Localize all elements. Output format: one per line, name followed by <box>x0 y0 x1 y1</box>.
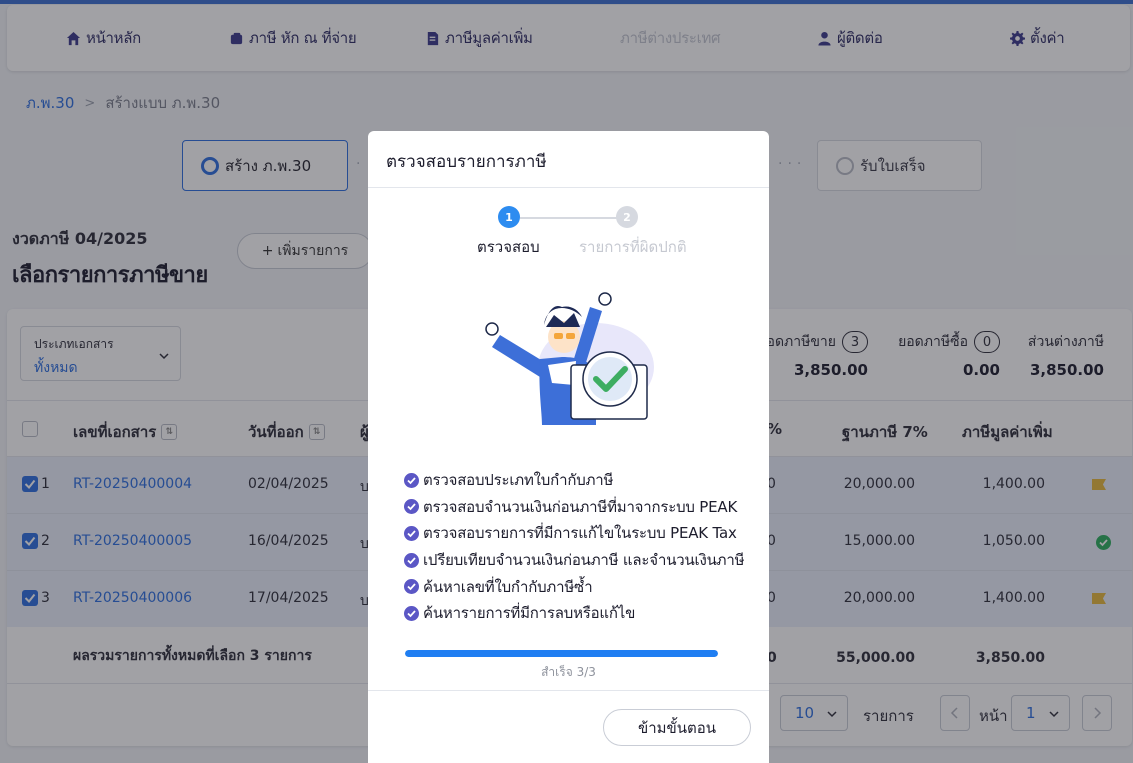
modal-step-2-dot: 2 <box>616 206 638 228</box>
celebrating-person-illustration <box>485 292 654 425</box>
modal-step-2-label: รายการที่ผิดปกติ <box>579 238 687 256</box>
check-circle-icon <box>404 499 419 515</box>
check-circle-icon <box>404 472 419 488</box>
check-circle-icon <box>404 525 419 541</box>
check-item: ค้นหาเลขที่ใบกำกับภาษีซ้ำ <box>404 573 744 600</box>
check-item: ตรวจสอบประเภทใบกำกับภาษี <box>404 467 744 494</box>
modal-step-1-label: ตรวจสอบ <box>477 238 540 256</box>
check-item-label: ตรวจสอบประเภทใบกำกับภาษี <box>423 471 614 490</box>
check-item: ค้นหารายการที่มีการลบหรือแก้ไข <box>404 600 744 627</box>
check-item-label: ค้นหาเลขที่ใบกำกับภาษีซ้ำ <box>423 577 593 596</box>
check-item-label: เปรียบเทียบจำนวนเงินก่อนภาษี และจำนวนเงิ… <box>423 551 745 570</box>
progress-bar <box>405 650 718 657</box>
modal-footer: ข้ามขั้นตอน <box>368 690 769 763</box>
modal-step-line <box>520 217 620 219</box>
modal-title: ตรวจสอบรายการภาษี <box>368 131 769 188</box>
skip-step-button[interactable]: ข้ามขั้นตอน <box>603 709 751 746</box>
check-item-label: ตรวจสอบรายการที่มีการแก้ไขในระบบ PEAK Ta… <box>423 524 737 543</box>
check-item: เปรียบเทียบจำนวนเงินก่อนภาษี และจำนวนเงิ… <box>404 547 744 574</box>
check-item: ตรวจสอบจำนวนเงินก่อนภาษีที่มาจากระบบ PEA… <box>404 494 744 521</box>
check-circle-icon <box>404 579 419 595</box>
tax-check-modal: ตรวจสอบรายการภาษี 1 2 ตรวจสอบ รายการที่ผ… <box>368 131 769 763</box>
modal-step-1-dot: 1 <box>498 206 520 228</box>
progress-text: สำเร็จ 3/3 <box>541 665 596 679</box>
check-item-label: ค้นหารายการที่มีการลบหรือแก้ไข <box>423 604 636 623</box>
progress-bar-fill <box>405 650 718 657</box>
check-item-label: ตรวจสอบจำนวนเงินก่อนภาษีที่มาจากระบบ PEA… <box>423 497 738 516</box>
check-circle-icon <box>404 605 419 621</box>
check-list: ตรวจสอบประเภทใบกำกับภาษี ตรวจสอบจำนวนเงิ… <box>404 467 744 627</box>
check-item: ตรวจสอบรายการที่มีการแก้ไขในระบบ PEAK Ta… <box>404 520 744 547</box>
check-circle-icon <box>404 552 419 568</box>
